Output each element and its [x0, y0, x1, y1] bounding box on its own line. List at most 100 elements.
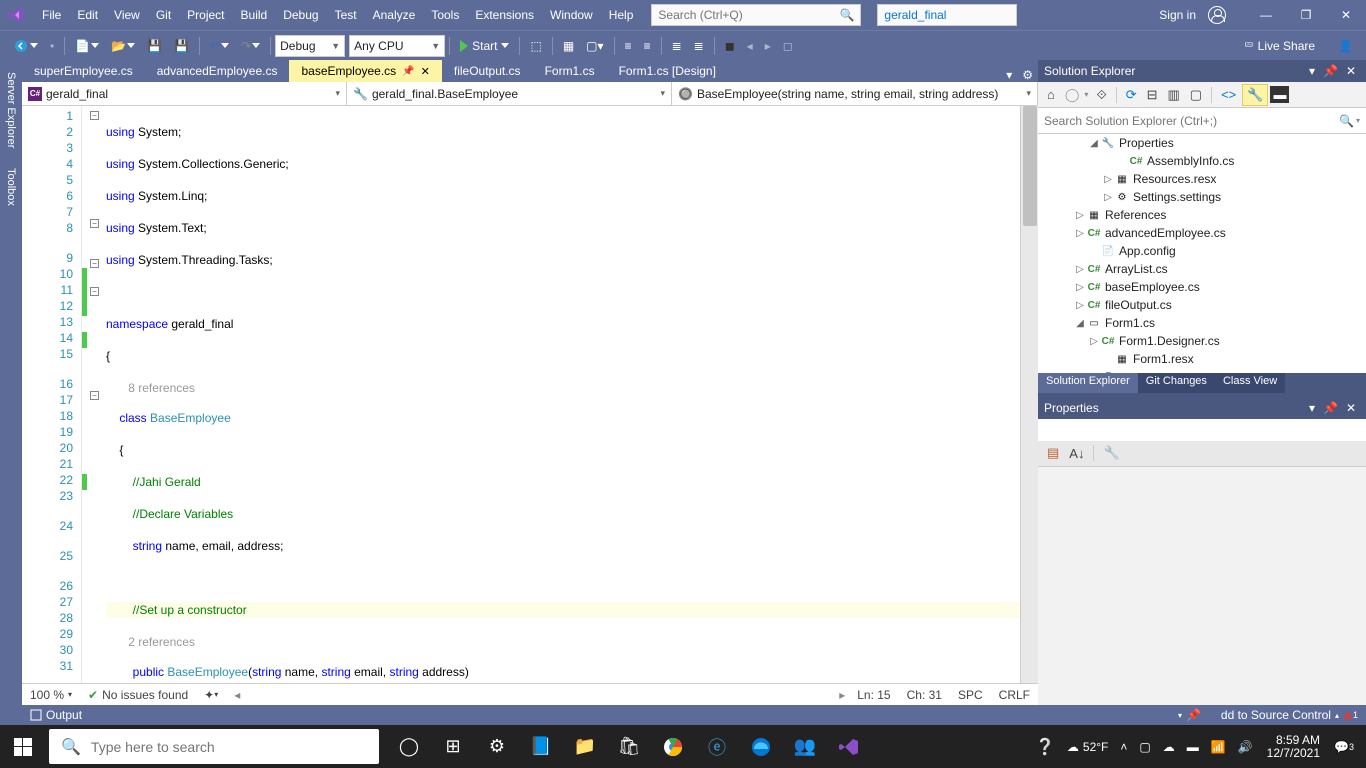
tray-up-icon[interactable]: ˄	[1114, 740, 1133, 754]
issues-status[interactable]: ✔No issues found	[88, 688, 188, 702]
menu-project[interactable]: Project	[179, 4, 232, 26]
menu-window[interactable]: Window	[542, 4, 601, 26]
tab-form1-design[interactable]: Form1.cs [Design]	[607, 60, 728, 82]
health-icon[interactable]: ✦ ▾	[204, 688, 218, 702]
solution-tree[interactable]: ◢🔧PropertiesC#AssemblyInfo.cs▷▦Resources…	[1038, 134, 1366, 373]
notifications-icon[interactable]: 💬3	[1328, 740, 1360, 754]
code-content[interactable]: using System; using System.Collections.G…	[102, 106, 1020, 683]
tab-superemployee[interactable]: superEmployee.cs	[22, 60, 145, 82]
bookmark-button[interactable]: ◼	[720, 34, 740, 58]
maximize-button[interactable]: ❐	[1286, 1, 1326, 29]
line-ending[interactable]: CRLF	[999, 688, 1030, 702]
menu-help[interactable]: Help	[601, 4, 642, 26]
tab-advancedemployee[interactable]: advancedEmployee.cs	[145, 60, 290, 82]
panel-dropdown[interactable]: ▾	[1305, 401, 1319, 415]
menu-git[interactable]: Git	[148, 4, 179, 26]
close-icon[interactable]: ✕	[421, 65, 430, 78]
add-source-control[interactable]: dd to Source Control	[1221, 708, 1331, 722]
tree-item[interactable]: ▷C#ArrayList.cs	[1038, 260, 1366, 278]
tree-item[interactable]: ▷▦Resources.resx	[1038, 170, 1366, 188]
tree-item[interactable]: ▷C#advancedEmployee.cs	[1038, 224, 1366, 242]
se-tab-solution[interactable]: Solution Explorer	[1038, 373, 1138, 393]
menu-view[interactable]: View	[106, 4, 148, 26]
tree-item[interactable]: ▷⚙Settings.settings	[1038, 188, 1366, 206]
cortana-icon[interactable]: ◯	[387, 725, 431, 768]
indent-less[interactable]: ≡	[620, 34, 637, 58]
nav-type-combo[interactable]: 🔧 gerald_final.BaseEmployee▾	[347, 82, 672, 105]
code-editor[interactable]: 1234567891011121314151617181920212223242…	[22, 106, 1038, 683]
menu-tools[interactable]: Tools	[423, 4, 467, 26]
indent-more[interactable]: ≡	[639, 34, 656, 58]
edge-icon[interactable]	[739, 725, 783, 768]
panel-dropdown[interactable]: ▾	[1305, 64, 1319, 78]
config-combo[interactable]: Debug▼	[275, 35, 345, 57]
server-explorer-tab[interactable]: Server Explorer	[2, 64, 20, 156]
se-refresh-icon[interactable]: ⟳	[1122, 85, 1141, 105]
platform-combo[interactable]: Any CPU▼	[349, 35, 445, 57]
tb-icon-1[interactable]: ⬚	[525, 34, 546, 58]
panel-pin-icon[interactable]: 📌	[1319, 64, 1342, 78]
weather-widget[interactable]: ☁ 52°F	[1061, 740, 1114, 754]
nav-back-button[interactable]	[9, 34, 43, 58]
clock[interactable]: 8:59 AM12/7/2021	[1259, 734, 1328, 760]
quick-launch-search[interactable]: 🔍	[651, 4, 861, 26]
se-preview-icon[interactable]: ▬	[1270, 86, 1289, 103]
panel-pin-icon[interactable]: 📌	[1319, 401, 1342, 415]
redo-button[interactable]: ↷	[236, 34, 265, 58]
comment-button[interactable]: ≣	[667, 34, 687, 58]
user-icon[interactable]	[1208, 6, 1226, 24]
output-panel-tab[interactable]: Output ▾ 📌 dd to Source Control ▴ 1	[0, 705, 1366, 725]
se-copy-icon[interactable]: ▢	[1186, 85, 1206, 105]
save-button[interactable]: 💾	[142, 34, 167, 58]
se-search-input[interactable]	[1044, 114, 1339, 128]
tree-item[interactable]: ◢🔧Properties	[1038, 134, 1366, 152]
tab-fileoutput[interactable]: fileOutput.cs	[442, 60, 533, 82]
nav-member-combo[interactable]: 🔘 BaseEmployee(string name, string email…	[672, 82, 1038, 105]
prop-pages-icon[interactable]: 🔧	[1099, 443, 1123, 463]
tree-item[interactable]: ▷C#Form1.Designer.cs	[1038, 332, 1366, 350]
se-search[interactable]: 🔍▾	[1038, 108, 1366, 134]
bookmark-prev[interactable]: ◂	[742, 34, 758, 58]
tab-options[interactable]: ⚙	[1017, 68, 1038, 82]
tree-item[interactable]: ▷C#fileOutput.cs	[1038, 296, 1366, 314]
menu-analyze[interactable]: Analyze	[365, 4, 424, 26]
pin-icon[interactable]: 📌	[402, 66, 414, 77]
volume-icon[interactable]: 🔊	[1232, 740, 1259, 754]
se-home-icon[interactable]: ⌂	[1043, 85, 1059, 104]
store-icon[interactable]: 🛍	[607, 725, 651, 768]
se-tab-git[interactable]: Git Changes	[1138, 373, 1215, 393]
undo-button[interactable]: ↶	[205, 34, 234, 58]
se-back-icon[interactable]: ◯	[1061, 85, 1084, 105]
nav-project-combo[interactable]: C#gerald_final▾	[22, 82, 347, 105]
se-code-icon[interactable]: <>	[1217, 85, 1240, 104]
wifi-icon[interactable]: 📶	[1205, 740, 1232, 754]
tab-dropdown[interactable]: ▾	[1001, 68, 1017, 82]
fold-margin[interactable]: −−−−−	[88, 106, 102, 683]
meet-now-icon[interactable]: ▢	[1133, 740, 1156, 754]
tree-item[interactable]: ▷C#baseEmployee.cs	[1038, 278, 1366, 296]
tab-baseemployee[interactable]: baseEmployee.cs📌✕	[289, 60, 441, 82]
menu-edit[interactable]: Edit	[69, 4, 106, 26]
vs-icon[interactable]	[827, 725, 871, 768]
panel-close-icon[interactable]: ✕	[1342, 401, 1360, 415]
close-button[interactable]: ✕	[1326, 1, 1366, 29]
bookmark-clear[interactable]: ◻	[778, 34, 798, 58]
app-icon[interactable]: 📘	[519, 725, 563, 768]
signin-link[interactable]: Sign in	[1151, 4, 1204, 26]
help-icon[interactable]: ❔	[1029, 737, 1061, 757]
menu-build[interactable]: Build	[233, 4, 276, 26]
taskbar-search[interactable]: 🔍	[49, 729, 379, 764]
prop-cat-icon[interactable]: ▤	[1043, 443, 1063, 463]
tree-item[interactable]: ◢▭Form1.cs	[1038, 314, 1366, 332]
tree-item[interactable]: ▦Form1.resx	[1038, 350, 1366, 368]
ie-icon[interactable]: ⓔ	[695, 725, 739, 768]
se-properties-icon[interactable]: 🔧	[1242, 84, 1268, 106]
se-collapse-icon[interactable]: ⊟	[1143, 85, 1162, 105]
se-showall-icon[interactable]: ▥	[1164, 85, 1184, 105]
tb-icon-2[interactable]: ▦	[558, 34, 579, 58]
tab-form1[interactable]: Form1.cs	[533, 60, 607, 82]
explorer-icon[interactable]: 📁	[563, 725, 607, 768]
live-share-button[interactable]: ⮹ Live Share	[1234, 38, 1325, 53]
tree-item[interactable]: 📄App.config	[1038, 242, 1366, 260]
panel-close-icon[interactable]: ✕	[1342, 64, 1360, 78]
